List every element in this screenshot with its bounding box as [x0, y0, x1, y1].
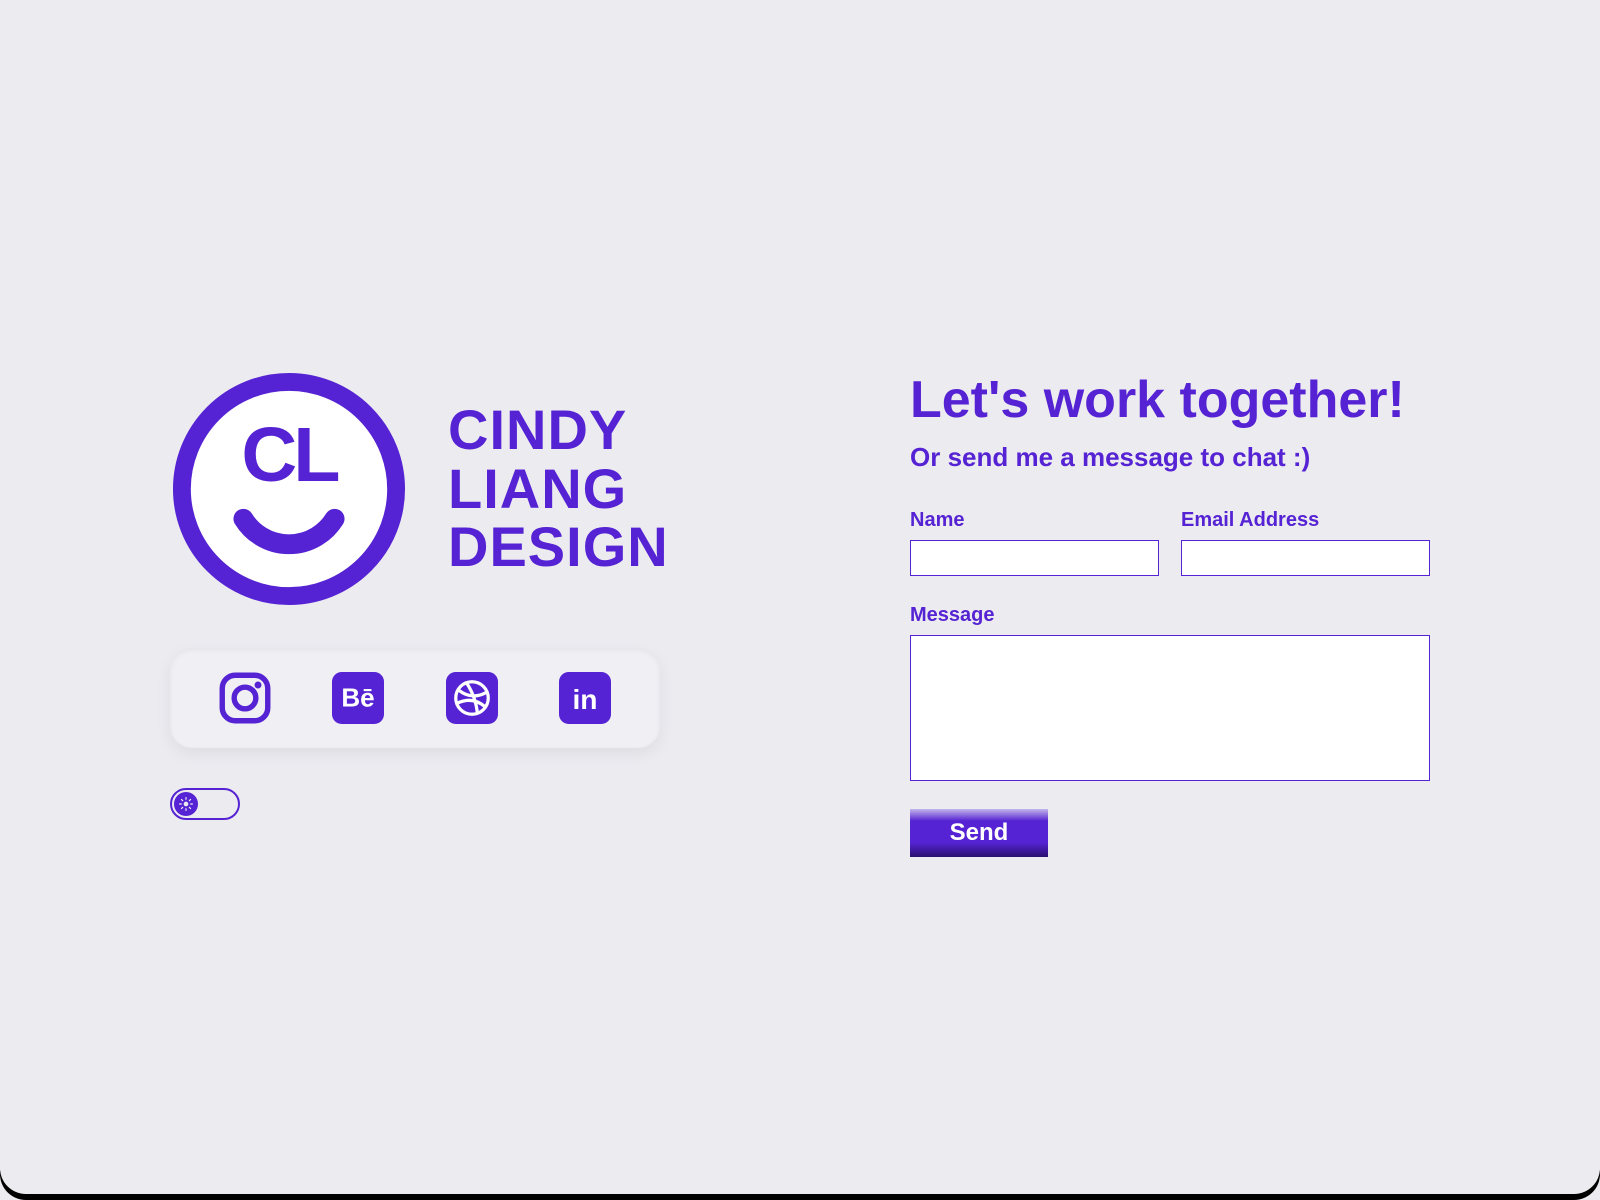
message-label: Message — [910, 604, 1430, 627]
brand-line-3: DESIGN — [448, 518, 669, 577]
brand-row: CL CINDY LIANG DESIGN — [170, 370, 690, 608]
svg-text:in: in — [573, 684, 598, 715]
name-label: Name — [910, 509, 1159, 532]
logo-badge: CL — [170, 370, 408, 608]
message-input[interactable] — [910, 635, 1430, 781]
contact-headline: Let's work together! — [910, 370, 1430, 430]
theme-toggle[interactable] — [170, 788, 240, 820]
left-column: CL CINDY LIANG DESIGN — [170, 370, 690, 1200]
brand-name: CINDY LIANG DESIGN — [448, 401, 669, 577]
brand-line-2: LIANG — [448, 460, 669, 519]
brand-line-1: CINDY — [448, 401, 669, 460]
email-input[interactable] — [1181, 540, 1430, 576]
behance-icon[interactable]: Bē — [331, 671, 386, 726]
contact-section: Let's work together! Or send me a messag… — [910, 370, 1430, 1200]
svg-text:Bē: Bē — [342, 683, 375, 713]
linkedin-icon[interactable]: in — [558, 671, 613, 726]
social-bar: Bē in — [170, 648, 660, 748]
instagram-icon[interactable] — [217, 671, 272, 726]
logo-letters: CL — [241, 412, 338, 498]
email-label: Email Address — [1181, 509, 1430, 532]
dribbble-icon[interactable] — [444, 671, 499, 726]
sun-icon — [174, 792, 198, 816]
name-input[interactable] — [910, 540, 1159, 576]
send-button[interactable]: Send — [910, 809, 1048, 857]
contact-subhead: Or send me a message to chat :) — [910, 442, 1430, 473]
